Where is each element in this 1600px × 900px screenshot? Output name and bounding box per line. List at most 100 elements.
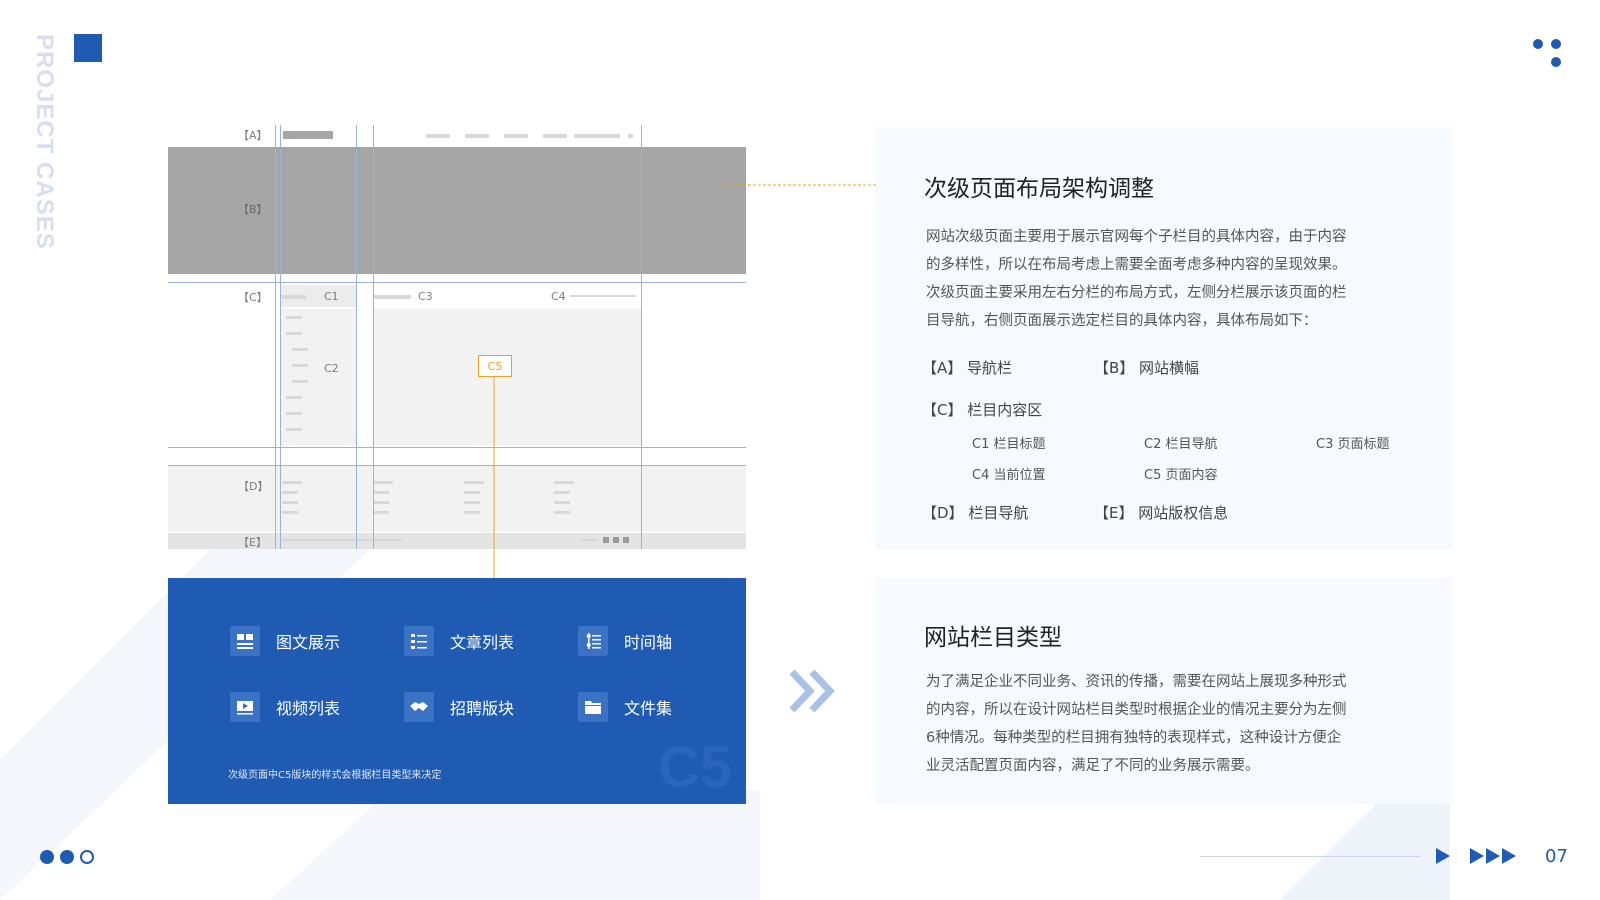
layout-card: 次级页面布局架构调整 网站次级页面主要用于展示官网每个子栏目的具体内容，由于内容… [876,127,1452,549]
wire-bar [554,501,570,504]
wire-bar [554,511,570,514]
legend-c2: C2 栏目导航 [1144,437,1218,452]
paragraph-line: 为了满足企业不同业务、资讯的传播，需要在网站上展现多种形式 [926,674,1347,690]
paragraph-line: 业灵活配置页面内容，满足了不同的业务展示需要。 [926,758,1260,774]
wire-bar [373,295,411,299]
column-types-card-title: 网站栏目类型 [924,625,1062,651]
wire-guide-v [373,125,374,549]
wire-bar [580,539,598,541]
wire-bar [373,491,389,494]
wire-label-d: 【D】 [238,480,269,493]
handshake-icon [404,692,434,722]
wire-c2-box [280,309,356,445]
wire-c3-label: C3 [418,290,433,303]
wire-guide-v [275,125,276,549]
timeline-icon [578,626,608,656]
panel-item-label: 文章列表 [450,633,515,652]
pagination-dots [40,850,94,864]
wire-nav-bar [543,134,567,138]
panel-item-article-list[interactable]: 文章列表 [404,626,514,656]
corner-square-decoration [74,34,102,62]
layout-card-paragraph: 网站次级页面主要用于展示官网每个子栏目的具体内容，由于内容 的多样性，所以在布局… [926,223,1347,335]
wire-footer-nav [168,466,746,532]
wire-c4-label: C4 [551,290,566,303]
play-arrows-icon [1436,848,1516,864]
legend-c4: C4 当前位置 [972,468,1046,483]
panel-item-image-text[interactable]: 图文展示 [230,626,340,656]
wire-label-e: 【E】 [238,536,267,549]
wire-label-a: 【A】 [238,129,268,142]
wire-bar [292,348,308,351]
wire-label-b: 【B】 [238,203,268,216]
panel-item-file-set[interactable]: 文件集 [578,692,672,722]
panel-item-label: 时间轴 [624,633,673,652]
legend-a: 【A】 导航栏 [922,359,1013,377]
video-icon [230,692,260,722]
wire-bar [286,332,302,335]
wire-bar [282,511,298,514]
wire-bar [282,481,302,484]
list-icon [404,626,434,656]
panel-item-recruitment[interactable]: 招聘版块 [404,692,514,722]
wire-c5-box [373,309,641,445]
double-chevron-icon [789,669,835,713]
wire-bar [282,501,298,504]
wire-bar [464,511,480,514]
wire-nav-bar [465,134,489,138]
column-types-card-paragraph: 为了满足企业不同业务、资讯的传播，需要在网站上展现多种形式 的内容，所以在设计网… [926,668,1347,780]
legend-c1: C1 栏目标题 [972,437,1046,452]
wire-guide-v [641,125,642,549]
paragraph-line: 6种情况。每种类型的栏目拥有独特的表现样式，这种设计方便企 [926,730,1342,746]
wire-bar [554,491,570,494]
wire-bar [282,295,306,299]
paragraph-line: 的多样性，所以在布局考虑上需要全面考虑多种内容的呈现效果。 [926,257,1347,273]
legend-c: 【C】 栏目内容区 [922,401,1043,419]
panel-watermark: C5 [657,735,732,800]
wire-bar [286,428,302,431]
page-number: 07 [1545,846,1568,867]
wire-bar [282,491,298,494]
wire-bar [554,481,574,484]
wire-c5-tag: C5 [478,355,512,377]
wire-nav-bar [628,134,633,138]
panel-item-label: 文件集 [624,699,673,718]
paragraph-line: 目导航，右侧页面展示选定栏目的具体内容，具体布局如下： [926,313,1318,329]
wire-guide-v [356,125,357,549]
wire-label-c: 【C】 [238,291,268,304]
wire-bar [464,481,484,484]
legend-d: 【D】 栏目导航 [922,504,1029,522]
layout-wireframe: 【A】 【B】 【C】 C1 C3 C4 C2 C5 【D】 【E】 [168,125,746,549]
wire-guide-h [168,447,746,448]
panel-item-label: 视频列表 [276,699,341,718]
wire-guide-h [168,282,746,283]
wire-bar [286,396,302,399]
paragraph-line: 的内容，所以在设计网站栏目类型时根据企业的情况主要分为左侧 [926,702,1347,718]
panel-item-label: 招聘版块 [450,699,515,718]
panel-note: 次级页面中C5版块的样式会根据栏目类型来决定 [228,770,442,781]
legend-c5: C5 页面内容 [1144,468,1218,483]
panel-item-label: 图文展示 [276,633,341,652]
layout-card-title: 次级页面布局架构调整 [924,176,1154,202]
wire-nav-bar [426,134,450,138]
wire-bar [464,501,480,504]
side-vertical-label: PROJECT CASES [31,34,58,250]
panel-item-video-list[interactable]: 视频列表 [230,692,340,722]
legend-b: 【B】 网站横幅 [1094,359,1200,377]
wire-c1-label: C1 [324,290,339,303]
wire-bar [373,511,389,514]
wire-square [613,537,619,543]
wire-c2-label: C2 [324,362,339,375]
wire-bar [292,380,308,383]
wire-bar [464,491,480,494]
wire-nav-bar [504,134,528,138]
grid-layout-icon [230,626,260,656]
paragraph-line: 网站次级页面主要用于展示官网每个子栏目的具体内容，由于内容 [926,229,1347,245]
wire-bar [292,364,308,367]
panel-item-timeline[interactable]: 时间轴 [578,626,672,656]
wire-bar [373,481,393,484]
wire-guide-v [280,125,281,549]
wire-logo-bar [283,131,333,139]
wire-nav-bar [574,134,620,138]
column-types-panel: 图文展示 文章列表 时间轴 视频列表 招聘版块 文件集 次级页面中C5版块的样式… [168,578,746,804]
wire-square [623,537,629,543]
